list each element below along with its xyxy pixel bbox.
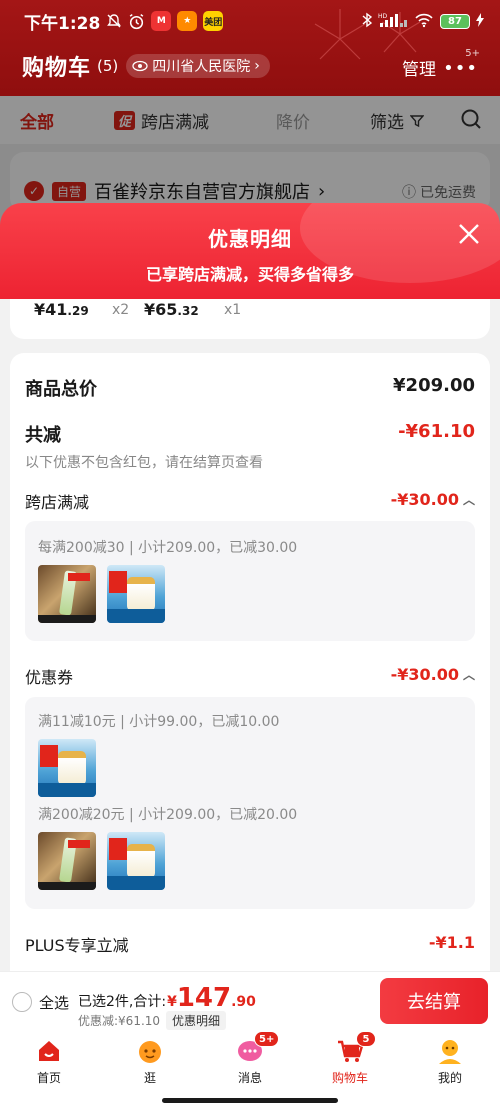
product-thumb-tube[interactable] <box>38 565 96 623</box>
hd-label: HD <box>378 13 388 20</box>
total-reduce-label: 共减 <box>25 425 61 446</box>
bluetooth-icon <box>362 12 373 31</box>
alarm-clock-icon <box>128 13 145 30</box>
coupon-box: 满11减10元 | 小计99.00，已减10.00 满200减20元 | 小计2… <box>25 697 475 909</box>
checkout-button[interactable]: 去结算 <box>380 978 488 1024</box>
manage-button[interactable]: 管理 <box>402 55 436 80</box>
location-text: 四川省人民医院 <box>152 59 251 75</box>
profile-icon <box>436 1037 464 1065</box>
total-price-value: ¥209.00 <box>393 375 475 396</box>
coupon-label: 优惠券 <box>25 668 74 687</box>
tab-messages[interactable]: 5+ 消息 <box>215 1031 285 1086</box>
reduce-note: 以下优惠不包含红包，请在结算页查看 <box>25 455 263 471</box>
discount-sheet-header: 优惠明细 已享跨店满减，买得多省得多 <box>0 203 500 299</box>
product-thumb-bottle[interactable] <box>107 565 165 623</box>
meituan-app-icon: 美团 <box>203 11 224 31</box>
discount-summary: 优惠减:¥61.10 优惠明细 <box>78 1011 227 1030</box>
item-qty-2: x1 <box>224 302 242 318</box>
battery-indicator: 87 <box>440 13 470 29</box>
select-all-radio[interactable] <box>12 992 32 1012</box>
checkout-bar: 全选 已选2件,合计: ¥ 147 .90 优惠减:¥61.10 优惠明细 去结… <box>0 971 500 1031</box>
close-icon[interactable] <box>456 221 482 247</box>
message-icon: 5+ <box>236 1031 280 1065</box>
status-right: HD 87 <box>362 12 484 31</box>
cross-store-toggle[interactable]: -¥30.00 ︿ <box>391 490 475 509</box>
total-reduce-value: -¥61.10 <box>398 421 475 442</box>
tab-mine-label: 我的 <box>437 1071 462 1085</box>
wifi-icon <box>414 12 434 31</box>
coupon-toggle[interactable]: -¥30.00 ︿ <box>391 665 475 684</box>
app-notification-icon-2: ★ <box>177 11 198 31</box>
product-thumb-bottle[interactable] <box>38 739 96 797</box>
discount-text: 优惠减:¥61.10 <box>78 1014 161 1028</box>
status-bar: 下午1:28 M ★ 美团 HD 87 <box>0 0 500 42</box>
location-selector[interactable]: 四川省人民医院 › <box>126 54 270 78</box>
cross-store-value: -¥30.00 <box>390 490 459 509</box>
charging-icon <box>476 12 484 30</box>
coupon-rule-1: 满11减10元 | 小计99.00，已减10.00 <box>38 714 280 730</box>
item-qty-1: x2 <box>112 302 130 318</box>
item-price-1-int: ¥41 <box>34 300 68 319</box>
tab-browse-label: 逛 <box>143 1071 156 1085</box>
sheet-subtitle: 已享跨店满减，买得多省得多 <box>145 265 354 284</box>
cross-store-rule: 每满200减30 | 小计209.00，已减30.00 <box>38 540 298 556</box>
sum-decimal: .90 <box>231 994 256 1010</box>
chevron-up-icon: ︿ <box>462 493 475 507</box>
item-price-1: ¥41.29 <box>34 300 89 319</box>
cross-store-label: 跨店满减 <box>25 493 90 512</box>
chevron-right-icon: › <box>254 58 260 74</box>
coupon-value: -¥30.00 <box>390 665 459 684</box>
cart-badge: 5 <box>356 1031 376 1047</box>
page-title: 购物车 <box>22 56 92 81</box>
tab-mine[interactable]: 我的 <box>415 1037 485 1086</box>
plus-label: PLUS专享立减 <box>25 936 129 955</box>
plus-value: -¥1.1 <box>428 933 475 952</box>
item-price-strip: ¥41.29 x2 ¥65.32 x1 <box>10 299 490 339</box>
tab-home-label: 首页 <box>36 1071 61 1085</box>
messages-badge: 5+ <box>254 1031 280 1047</box>
total-price-label: 商品总价 <box>25 379 97 400</box>
mute-bell-icon <box>106 13 122 29</box>
tab-cart[interactable]: 5 购物车 <box>315 1031 385 1086</box>
sum-integer: 147 <box>176 983 232 1013</box>
item-price-2-int: ¥65 <box>144 300 178 319</box>
cart-icon: 5 <box>336 1031 376 1065</box>
sheet-title: 优惠明细 <box>208 227 292 251</box>
tab-cart-label: 购物车 <box>331 1071 368 1085</box>
product-thumb-bottle[interactable] <box>107 832 165 890</box>
coupon-rule-2: 满200减20元 | 小计209.00，已减20.00 <box>38 807 298 823</box>
more-menu-icon[interactable]: ••• <box>443 58 478 79</box>
cart-count: (5) <box>97 57 119 75</box>
home-icon <box>35 1037 63 1065</box>
selected-summary: 已选2件,合计: ¥ 147 .90 <box>78 983 256 1013</box>
discount-detail-card: 商品总价 ¥209.00 共减 -¥61.10 以下优惠不包含红包，请在结算页查… <box>10 353 490 973</box>
discount-detail-button[interactable]: 优惠明细 <box>166 1011 227 1030</box>
chevron-up-icon: ︿ <box>462 668 475 682</box>
tab-browse[interactable]: 逛 <box>115 1037 185 1086</box>
select-all-label[interactable]: 全选 <box>39 992 69 1013</box>
tab-home[interactable]: 首页 <box>14 1037 84 1086</box>
eye-location-icon <box>132 60 148 72</box>
browse-icon <box>136 1037 164 1065</box>
signal-icon: HD <box>378 12 408 31</box>
home-indicator[interactable] <box>162 1098 338 1103</box>
item-price-1-dec: .29 <box>67 304 89 318</box>
item-price-2-dec: .32 <box>177 304 199 318</box>
header-bar: 下午1:28 M ★ 美团 HD 87 购物车 (5) 四川省人民医院 › 管理… <box>0 0 500 96</box>
item-price-2: ¥65.32 <box>144 300 199 319</box>
sum-currency: ¥ <box>167 994 177 1010</box>
cross-store-box: 每满200减30 | 小计209.00，已减30.00 <box>25 521 475 641</box>
selected-text: 已选2件,合计: <box>78 994 167 1010</box>
product-thumb-tube[interactable] <box>38 832 96 890</box>
tab-messages-label: 消息 <box>237 1071 262 1085</box>
status-time: 下午1:28 <box>24 13 101 34</box>
app-notification-icon: M <box>151 11 172 31</box>
cart-heading: 购物车 (5) 四川省人民医院 › <box>22 48 270 84</box>
